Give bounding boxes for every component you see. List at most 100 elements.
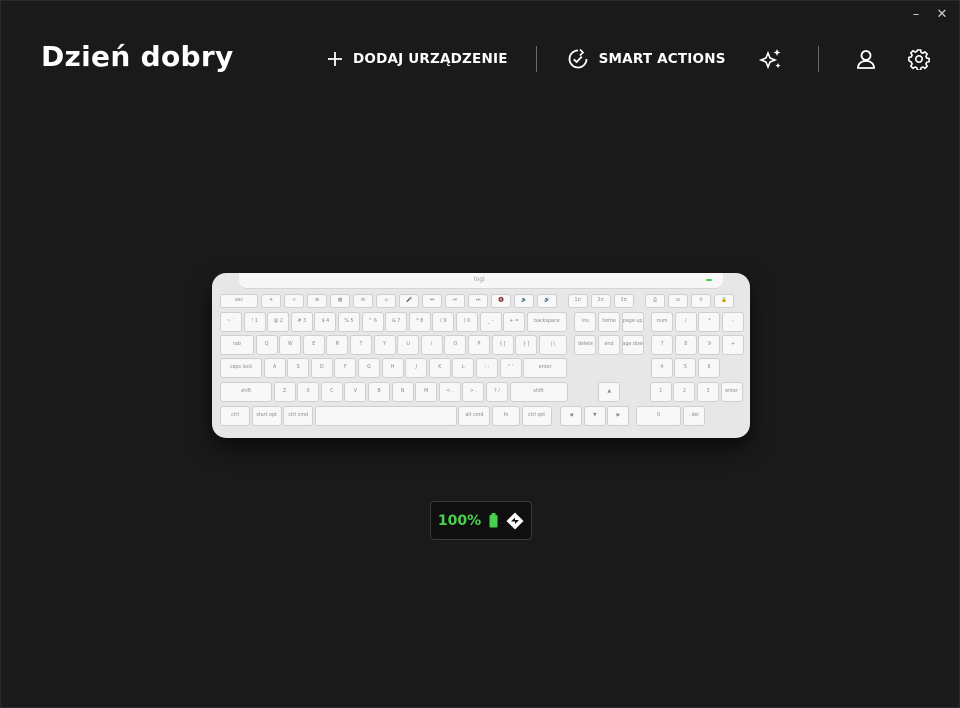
key--2: @ 2 — [267, 312, 290, 332]
nav-divider — [535, 46, 537, 72]
key--7: & 7 — [385, 312, 408, 332]
battery-percentage: 100% — [437, 512, 482, 529]
key-shift: shift — [509, 382, 568, 402]
key-2: 2 — [673, 382, 696, 402]
key-a: A — [263, 358, 286, 378]
fn-key: 3⊏ — [614, 294, 634, 308]
page-title: Dzień dobry — [41, 40, 234, 73]
key-p: P — [468, 335, 490, 355]
key-alt-cmd: alt cmd — [458, 406, 491, 426]
key--9: ( 9 — [432, 312, 455, 332]
top-navigation: DODAJ URZĄDZENIE SMART ACTIONS — [321, 41, 930, 77]
add-device-label: DODAJ URZĄDZENIE — [353, 51, 508, 67]
battery-status[interactable]: 100% — [430, 501, 532, 540]
keyboard-logo: logi — [474, 276, 485, 283]
key-page-down: page down — [621, 335, 644, 355]
key-page-up: page up — [621, 312, 644, 332]
key-end: end — [598, 335, 620, 355]
key--: _ - — [479, 312, 502, 332]
key--del: . del — [682, 406, 705, 426]
key-s: S — [287, 358, 310, 378]
key--: { [ — [491, 335, 514, 355]
key-r: R — [326, 335, 349, 355]
key-0: 0 — [636, 406, 681, 426]
gear-icon — [907, 48, 930, 70]
key-x: X — [297, 382, 320, 402]
close-button[interactable]: ✕ — [931, 5, 953, 23]
minimize-button[interactable]: – — [905, 5, 927, 23]
key-c: C — [320, 382, 343, 402]
key-fn: fn — [492, 406, 520, 426]
key-tab: tab — [220, 335, 254, 355]
fn-key: 🎤 — [399, 294, 419, 308]
fn-key: ⊞ — [307, 294, 327, 308]
key-t: T — [350, 335, 372, 355]
key--: - — [722, 312, 744, 332]
fn-key: ⌂ — [376, 294, 396, 308]
key-m: M — [415, 382, 438, 402]
key-z: Z — [273, 382, 296, 402]
key--0: ) 0 — [456, 312, 478, 332]
key--: } ] — [515, 335, 538, 355]
fn-key: 1⊏ — [568, 294, 588, 308]
key--: ◀ — [560, 406, 583, 426]
key-u: U — [397, 335, 420, 355]
key--: + = — [503, 312, 526, 332]
key-1: 1 — [649, 382, 672, 402]
fn-key: ⏯ — [445, 294, 465, 308]
fn-key: ☀ — [261, 294, 281, 308]
logi-bolt-icon — [506, 512, 524, 530]
key-y: Y — [373, 335, 396, 355]
plus-icon — [327, 51, 343, 67]
key-f: F — [334, 358, 357, 378]
key-shift: shift — [220, 382, 272, 402]
sparkles-icon — [758, 46, 784, 72]
key--: | \ — [538, 335, 567, 355]
key-start-opt: start opt — [251, 406, 282, 426]
key--: * — [698, 312, 721, 332]
smart-actions-button[interactable]: SMART ACTIONS — [567, 48, 726, 70]
key--5: % 5 — [338, 312, 360, 332]
fn-key: ⏮ — [422, 294, 442, 308]
key--: / — [674, 312, 697, 332]
key-backspace: backspace — [526, 312, 567, 332]
key-k: K — [428, 358, 451, 378]
fn-key: 🔇 — [491, 294, 511, 308]
key-6: 6 — [698, 358, 720, 378]
key-v: V — [344, 382, 367, 402]
key-i: I — [420, 335, 443, 355]
smart-actions-icon — [567, 48, 589, 70]
ai-prompt-button[interactable] — [758, 46, 784, 72]
window-controls: – ✕ — [905, 5, 953, 23]
smart-actions-label: SMART ACTIONS — [598, 51, 726, 67]
user-icon — [855, 48, 877, 70]
key--: ▲ — [598, 382, 621, 402]
key--3: # 3 — [290, 312, 313, 332]
key-8: 8 — [674, 335, 697, 355]
key--: + — [722, 335, 744, 355]
add-device-button[interactable]: DODAJ URZĄDZENIE — [327, 51, 508, 67]
key-enter: enter — [523, 358, 568, 378]
fn-key: ☼ — [284, 294, 304, 308]
nav-divider-2 — [817, 46, 819, 72]
keyboard-body: logi esc ☀ ☼ ⊞ ▦ ✉ ⌂ 🎤 ⏮ ⏯ ⏭ 🔇 🔉 🔊 1⊏ 2⊏ 3⊏ ⎙ ⊡ ⚲ 🔒 ~ `! 1 @ 2… — [212, 273, 750, 438]
fn-key: ⏭ — [468, 294, 488, 308]
key-ins: ins — [574, 312, 597, 332]
key-num: num — [651, 312, 674, 332]
account-button[interactable] — [855, 48, 877, 70]
key--: > . — [462, 382, 485, 402]
key-d: D — [310, 358, 333, 378]
key-e: E — [302, 335, 325, 355]
key-delete: delete — [574, 335, 597, 355]
fn-key: 🔉 — [514, 294, 534, 308]
key--: ? / — [486, 382, 508, 402]
device-keyboard[interactable]: logi esc ☀ ☼ ⊞ ▦ ✉ ⌂ 🎤 ⏮ ⏯ ⏭ 🔇 🔉 🔊 1⊏ 2⊏ 3⊏ ⎙ ⊡ ⚲ 🔒 ~ `! 1 @ 2… — [212, 273, 750, 438]
key-5: 5 — [674, 358, 697, 378]
key-9: 9 — [698, 335, 721, 355]
key-ctrl: ctrl — [220, 406, 250, 426]
key-ctrl-cmd: ctrl cmd — [283, 406, 314, 426]
settings-button[interactable] — [907, 48, 930, 70]
key-home: home — [598, 312, 620, 332]
fn-key: ⚲ — [691, 294, 711, 308]
fn-key: ▦ — [330, 294, 350, 308]
